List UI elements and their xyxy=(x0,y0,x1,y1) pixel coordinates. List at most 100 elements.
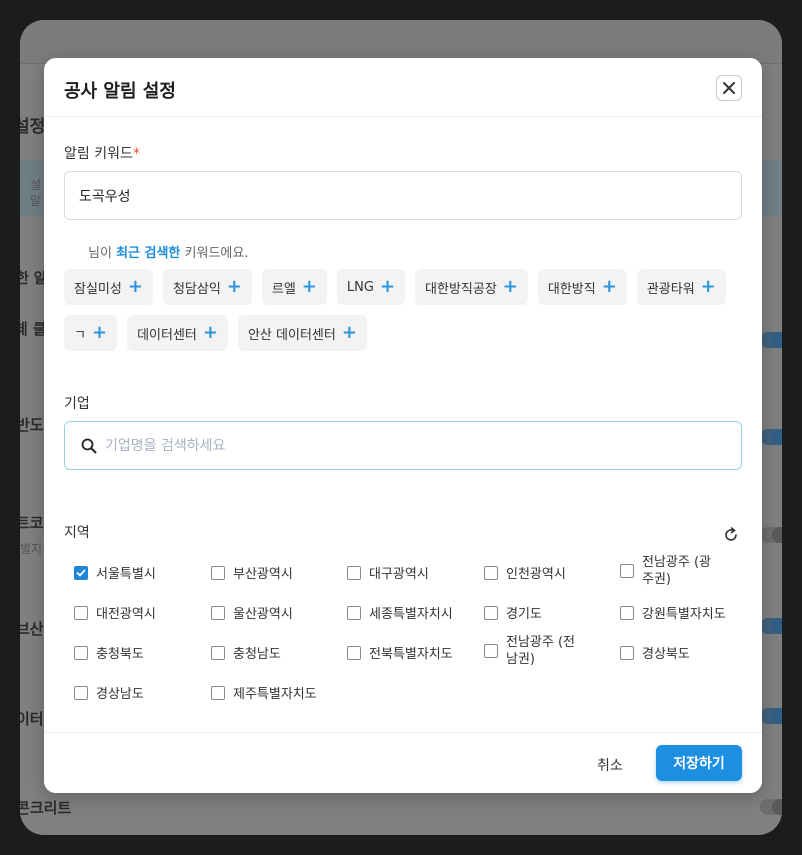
checkbox[interactable] xyxy=(211,685,225,700)
region-option[interactable]: 충청남도 xyxy=(211,643,281,662)
checkbox[interactable] xyxy=(484,605,498,620)
keyword-label: 알림 키워드* xyxy=(64,143,140,163)
region-option[interactable]: 경상남도 xyxy=(74,683,144,702)
checkbox[interactable] xyxy=(347,605,361,620)
close-icon xyxy=(723,82,735,94)
recent-keyword-chip[interactable]: 대한방직공장 + xyxy=(415,269,528,305)
region-option[interactable]: 강원특별자치도 xyxy=(620,603,726,622)
region-label-text: 경기도 xyxy=(506,607,542,622)
region-option[interactable]: 충청북도 xyxy=(74,643,144,662)
checkbox[interactable] xyxy=(347,645,361,660)
recent-keyword-chip[interactable]: 안산 데이터센터 + xyxy=(237,315,367,351)
recent-keywords-row-1: 잠실미성 + 청담삼익 + 르엘 + LNG + 대한방직공장 + 대한방직 + 관광타워 + xyxy=(64,269,754,305)
region-label-text: 인천광역시 xyxy=(506,567,566,582)
checkbox[interactable] xyxy=(74,645,88,660)
checkbox[interactable] xyxy=(620,564,634,578)
background-toggle xyxy=(760,799,782,815)
company-search-box[interactable] xyxy=(64,421,742,470)
keyword-input[interactable] xyxy=(64,171,742,220)
region-label-text: 대구광역시 xyxy=(369,567,429,582)
checkbox[interactable] xyxy=(484,644,498,658)
plus-icon: + xyxy=(127,276,143,297)
recent-keyword-chip[interactable]: ㄱ + xyxy=(64,315,118,351)
checkbox[interactable] xyxy=(620,645,634,660)
background-item: 트코 xyxy=(20,514,44,532)
region-option[interactable]: 전북특별자치도 xyxy=(347,643,453,662)
region-label-text: 경상북도 xyxy=(642,647,690,662)
region-option[interactable]: 제주특별자치도 xyxy=(211,683,317,702)
chip-label: 관광타워 xyxy=(646,281,695,297)
recent-keyword-chip[interactable]: 관광타워 + xyxy=(636,269,726,305)
checkbox[interactable] xyxy=(620,605,634,620)
region-option[interactable]: 전남광주 (광주권) xyxy=(620,554,712,588)
plus-icon: + xyxy=(379,276,396,297)
region-option[interactable]: 대전광역시 xyxy=(74,603,156,622)
background-heading: 설정 xyxy=(20,117,46,137)
plus-icon: + xyxy=(700,276,716,297)
reset-icon[interactable] xyxy=(723,527,739,543)
region-option[interactable]: 부산광역시 xyxy=(211,563,293,582)
cancel-button[interactable]: 취소 xyxy=(597,755,623,775)
device-frame: 설정 설 알 한 알 체 클 반도 트코 별지 브산 이터 콘크리트 공사 알림… xyxy=(0,0,802,855)
region-label-text: 대전광역시 xyxy=(96,607,156,622)
modal-header: 공사 알림 설정 xyxy=(44,58,762,117)
region-label-text: 부산광역시 xyxy=(233,567,293,582)
company-search-input[interactable] xyxy=(105,437,705,454)
recent-keyword-chip[interactable]: 르엘 + xyxy=(261,269,327,305)
checkbox[interactable] xyxy=(74,685,88,700)
checkbox[interactable] xyxy=(211,605,225,620)
region-option[interactable]: 경기도 xyxy=(484,603,542,622)
recent-keyword-chip[interactable]: 잠실미성 + xyxy=(64,269,153,305)
region-label-text: 전남광주 (전남권) xyxy=(506,635,576,667)
region-label: 지역 xyxy=(64,525,90,541)
plus-icon: + xyxy=(226,276,242,297)
region-label-text: 제주특별자치도 xyxy=(233,687,317,702)
region-option[interactable]: 울산광역시 xyxy=(211,603,293,622)
region-label-text: 충청남도 xyxy=(233,647,281,662)
background-item: 브산 xyxy=(20,620,44,638)
recent-keyword-chip[interactable]: LNG + xyxy=(336,269,406,305)
keyword-label-text: 알림 키워드 xyxy=(64,146,133,162)
chip-label: 대한방직 xyxy=(547,281,596,297)
chip-label: 안산 데이터센터 xyxy=(247,327,336,343)
chip-label: ㄱ xyxy=(74,327,86,343)
region-option[interactable]: 전남광주 (전남권) xyxy=(484,634,576,668)
chip-label: 대한방직공장 xyxy=(425,281,497,297)
background-item: 반도 xyxy=(20,416,44,434)
save-button[interactable]: 저장하기 xyxy=(656,745,742,781)
hint-highlight: 최근 검색한 xyxy=(116,246,181,261)
region-option[interactable]: 서울특별시 xyxy=(74,563,156,582)
checkbox[interactable] xyxy=(347,565,361,580)
plus-icon: + xyxy=(502,276,518,297)
checkbox[interactable] xyxy=(74,605,88,620)
background-item: 한 알 xyxy=(20,271,47,287)
hint-prefix: 님이 xyxy=(88,246,112,261)
region-option[interactable]: 인천광역시 xyxy=(484,563,566,582)
checkbox[interactable] xyxy=(211,645,225,660)
background-item: 체 클 xyxy=(20,320,47,338)
recent-keyword-chip[interactable]: 대한방직 + xyxy=(537,269,627,305)
close-button[interactable] xyxy=(716,75,742,101)
region-label-text: 전북특별자치도 xyxy=(369,647,453,662)
plus-icon: + xyxy=(601,276,617,297)
region-option[interactable]: 세종특별자치시 xyxy=(347,603,453,622)
recent-keyword-chip[interactable]: 데이터센터 + xyxy=(127,315,228,351)
background-toggle xyxy=(760,429,782,445)
region-label-text: 강원특별자치도 xyxy=(642,607,726,622)
region-option[interactable]: 경상북도 xyxy=(620,643,690,662)
check-icon xyxy=(76,569,86,576)
alert-settings-modal: 공사 알림 설정 알림 키워드* 님이 최근 검색한 키워드에요. 잠실미성+청… xyxy=(44,58,762,793)
checkbox-checked[interactable] xyxy=(74,565,88,580)
recent-keywords-row-2: ㄱ + 데이터센터 + 안산 데이터센터 + xyxy=(64,315,754,351)
chip-label: 청담삼익 xyxy=(172,281,221,297)
recent-keyword-chip[interactable]: 청담삼익 + xyxy=(162,269,252,305)
checkbox[interactable] xyxy=(484,565,498,580)
chip-label: 잠실미성 xyxy=(74,281,122,297)
background-toggle xyxy=(760,332,782,348)
required-mark: * xyxy=(132,146,140,162)
checkbox[interactable] xyxy=(211,565,225,580)
background-banner-line-2: 알 xyxy=(30,194,42,208)
region-option[interactable]: 대구광역시 xyxy=(347,563,429,582)
plus-icon: + xyxy=(202,322,218,343)
search-icon xyxy=(81,438,97,453)
